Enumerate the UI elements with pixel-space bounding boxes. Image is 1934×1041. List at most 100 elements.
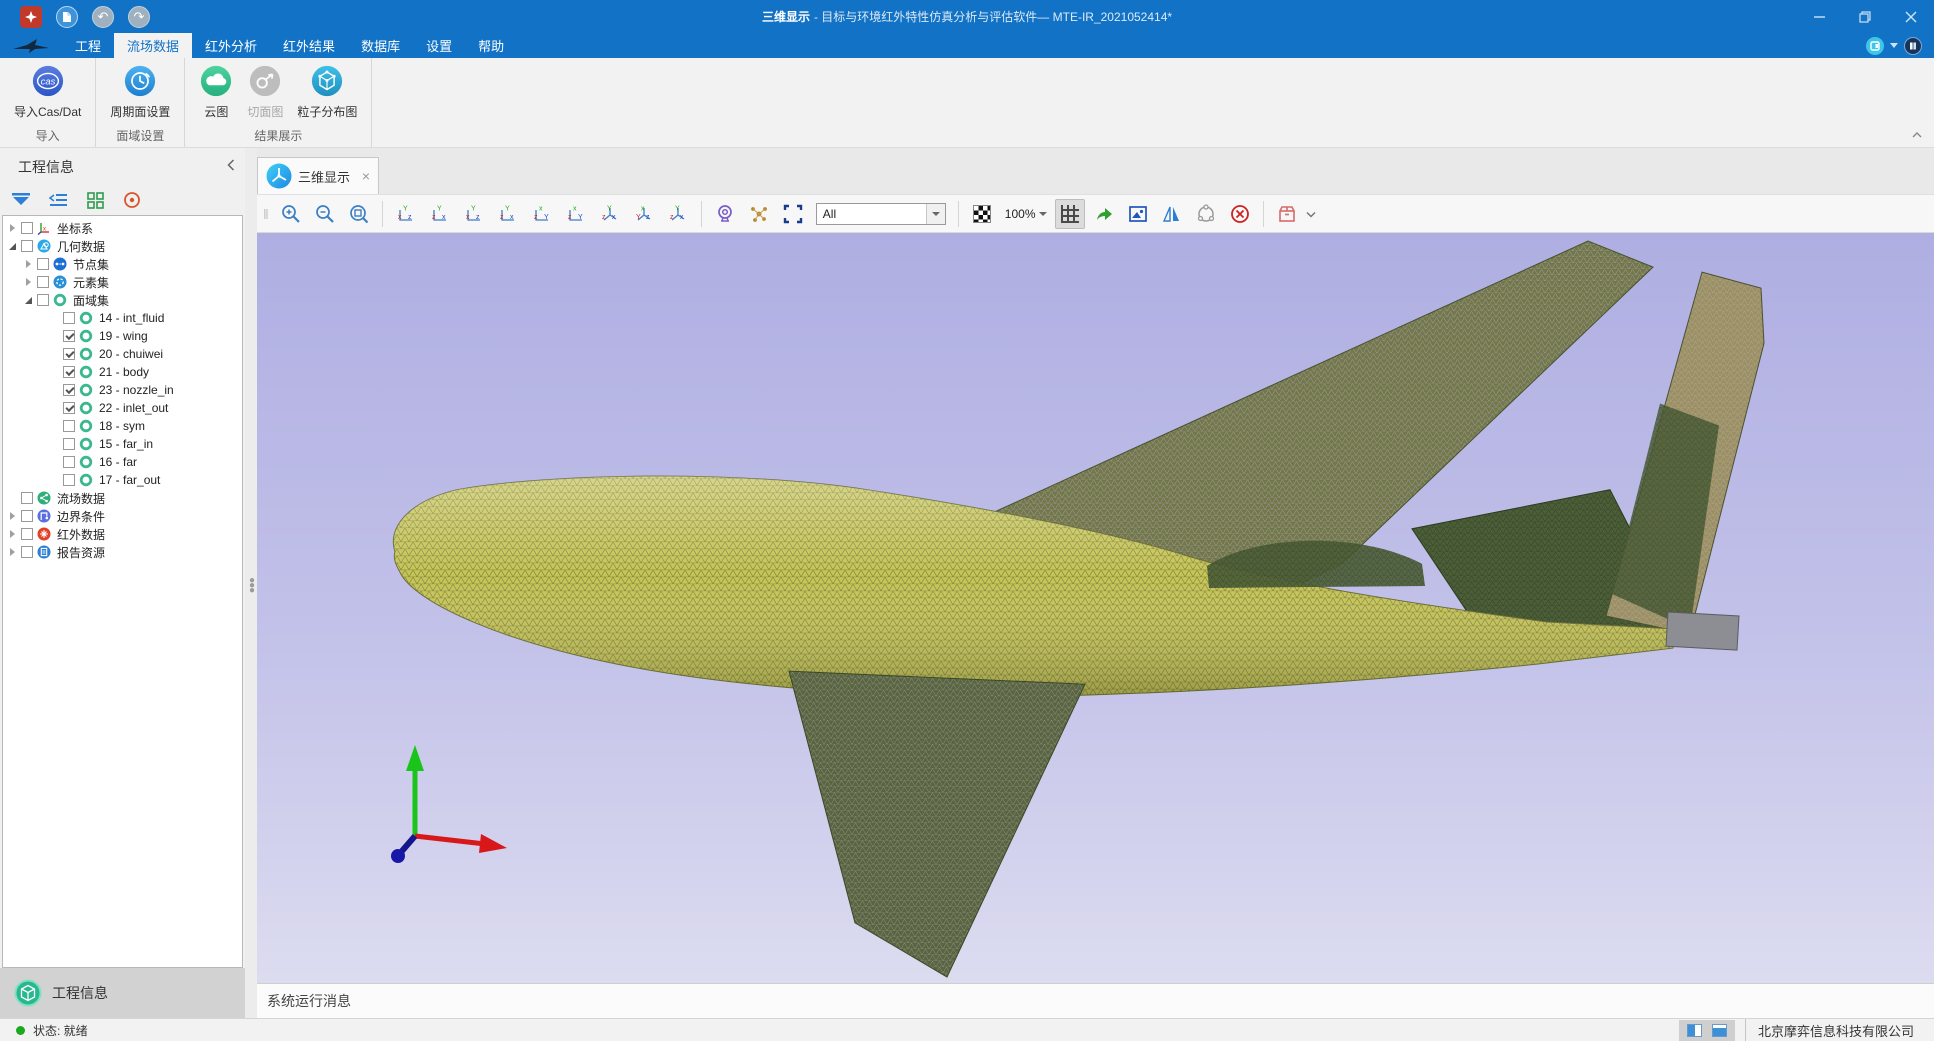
tree-checkbox[interactable] bbox=[63, 348, 75, 360]
snapshot-button[interactable] bbox=[1123, 199, 1153, 229]
tree-collapsed-arrow-icon[interactable] bbox=[7, 546, 19, 558]
tree-checkbox[interactable] bbox=[63, 474, 75, 486]
locate-target-button[interactable] bbox=[121, 190, 143, 210]
menu-item-1[interactable]: 流场数据 bbox=[114, 33, 192, 58]
tree-item-21-body[interactable]: 21 - body bbox=[3, 363, 242, 381]
menu-item-4[interactable]: 数据库 bbox=[348, 33, 413, 58]
tree-checkbox[interactable] bbox=[21, 240, 33, 252]
zoom-level-dropdown[interactable]: 100% bbox=[1005, 207, 1047, 221]
menu-item-0[interactable]: 工程 bbox=[62, 33, 114, 58]
view-iso-1-button[interactable]: zxY bbox=[595, 199, 625, 229]
package-chevron-icon[interactable] bbox=[1306, 207, 1316, 221]
close-button[interactable] bbox=[1888, 0, 1934, 33]
panel-toggle-bottom-icon[interactable] bbox=[1712, 1024, 1727, 1037]
tree-checkbox[interactable] bbox=[63, 402, 75, 414]
zoom-in-button[interactable] bbox=[276, 199, 306, 229]
tree-item-节点集[interactable]: 节点集 bbox=[3, 255, 242, 273]
near-wing[interactable] bbox=[789, 671, 1085, 977]
tree-collapsed-arrow-icon[interactable] bbox=[7, 528, 19, 540]
ribbon-button-cloud[interactable]: 云图 bbox=[195, 62, 237, 125]
tree-item-18-sym[interactable]: 18 - sym bbox=[3, 417, 242, 435]
tree-collapsed-arrow-icon[interactable] bbox=[23, 276, 35, 288]
viewport-3d[interactable] bbox=[257, 233, 1934, 983]
chevron-down-icon[interactable] bbox=[1890, 43, 1898, 48]
view-front-button[interactable]: xzY bbox=[391, 199, 421, 229]
tree-item-22-inlet_out[interactable]: 22 - inlet_out bbox=[3, 399, 242, 417]
list-settings-button[interactable] bbox=[47, 190, 69, 210]
tree-expanded-arrow-icon[interactable] bbox=[7, 240, 19, 252]
tree-item-20-chuiwei[interactable]: 20 - chuiwei bbox=[3, 345, 242, 363]
panel-footer-tab[interactable]: 工程信息 bbox=[0, 968, 245, 1018]
tree-expanded-arrow-icon[interactable] bbox=[23, 294, 35, 306]
zoom-out-button[interactable] bbox=[310, 199, 340, 229]
tree-item-红外数据[interactable]: 红外数据 bbox=[3, 525, 242, 543]
tree-checkbox[interactable] bbox=[63, 366, 75, 378]
tree-item-元素集[interactable]: 元素集 bbox=[3, 273, 242, 291]
tree-checkbox[interactable] bbox=[37, 276, 49, 288]
tree-collapsed-arrow-icon[interactable] bbox=[23, 258, 35, 270]
vertical-tail-lower[interactable] bbox=[1612, 403, 1719, 629]
app-menu-button[interactable] bbox=[20, 6, 42, 28]
view-right-button[interactable]: zxY bbox=[493, 199, 523, 229]
panel-splitter[interactable]: ●●● bbox=[245, 148, 257, 1018]
tree-checkbox[interactable] bbox=[63, 330, 75, 342]
view-bottom-button[interactable]: zYx bbox=[561, 199, 591, 229]
ribbon-button-particles[interactable]: 粒子分布图 bbox=[293, 62, 361, 125]
tree-checkbox[interactable] bbox=[37, 258, 49, 270]
grid-toggle-button[interactable] bbox=[1055, 199, 1085, 229]
tab-close-icon[interactable]: × bbox=[362, 168, 370, 184]
new-document-button[interactable] bbox=[56, 6, 78, 28]
minimize-button[interactable] bbox=[1796, 0, 1842, 33]
tree-checkbox[interactable] bbox=[37, 294, 49, 306]
view-iso-3-button[interactable]: zxY bbox=[663, 199, 693, 229]
account-button[interactable] bbox=[1904, 37, 1922, 55]
tree-checkbox[interactable] bbox=[63, 420, 75, 432]
menu-item-5[interactable]: 设置 bbox=[413, 33, 465, 58]
tab-3d-view[interactable]: 三维显示 × bbox=[257, 157, 379, 194]
tree-item-流场数据[interactable]: 流场数据 bbox=[3, 489, 242, 507]
menu-item-6[interactable]: 帮助 bbox=[465, 33, 517, 58]
tree-checkbox[interactable] bbox=[63, 312, 75, 324]
ribbon-collapse-button[interactable] bbox=[1912, 127, 1922, 141]
redo-button[interactable]: ↷ bbox=[128, 6, 150, 28]
tree-item-16-far[interactable]: 16 - far bbox=[3, 453, 242, 471]
tree-item-23-nozzle_in[interactable]: 23 - nozzle_in bbox=[3, 381, 242, 399]
tree-checkbox[interactable] bbox=[63, 384, 75, 396]
tree-item-报告资源[interactable]: 报告资源 bbox=[3, 543, 242, 561]
tree-checkbox[interactable] bbox=[21, 222, 33, 234]
undo-button[interactable]: ↶ bbox=[92, 6, 114, 28]
view-left-button[interactable]: xzY bbox=[459, 199, 489, 229]
tail-nozzle[interactable] bbox=[1666, 612, 1739, 650]
tree-item-14-int_fluid[interactable]: 14 - int_fluid bbox=[3, 309, 242, 327]
tree-checkbox[interactable] bbox=[21, 528, 33, 540]
grid-view-button[interactable] bbox=[84, 190, 106, 210]
tree-item-边界条件[interactable]: 边界条件 bbox=[3, 507, 242, 525]
tree-item-17-far_out[interactable]: 17 - far_out bbox=[3, 471, 242, 489]
tree-checkbox[interactable] bbox=[63, 456, 75, 468]
package-button[interactable] bbox=[1272, 199, 1302, 229]
tree-collapsed-arrow-icon[interactable] bbox=[7, 222, 19, 234]
restore-button[interactable] bbox=[1842, 0, 1888, 33]
filter-button[interactable] bbox=[10, 190, 32, 210]
view-top-button[interactable]: zYx bbox=[527, 199, 557, 229]
tree-item-坐标系[interactable]: x坐标系 bbox=[3, 219, 242, 237]
select-region-button[interactable] bbox=[778, 199, 808, 229]
tree-item-19-wing[interactable]: 19 - wing bbox=[3, 327, 242, 345]
tree-checkbox[interactable] bbox=[63, 438, 75, 450]
menu-item-2[interactable]: 红外分析 bbox=[192, 33, 270, 58]
tree-item-几何数据[interactable]: 几何数据 bbox=[3, 237, 242, 255]
share-button[interactable] bbox=[1191, 199, 1221, 229]
tree-collapsed-arrow-icon[interactable] bbox=[7, 510, 19, 522]
zoom-fit-button[interactable] bbox=[344, 199, 374, 229]
remove-button[interactable] bbox=[1225, 199, 1255, 229]
tree-checkbox[interactable] bbox=[21, 492, 33, 504]
export-button[interactable] bbox=[1089, 199, 1119, 229]
view-iso-2-button[interactable]: Yzx bbox=[629, 199, 659, 229]
particle-trace-button[interactable] bbox=[744, 199, 774, 229]
panel-toggle-left-icon[interactable] bbox=[1687, 1024, 1702, 1037]
tree-item-面域集[interactable]: 面域集 bbox=[3, 291, 242, 309]
combo-arrow-button[interactable] bbox=[926, 204, 945, 224]
display-filter-select[interactable]: All bbox=[816, 203, 946, 225]
ribbon-button-cas[interactable]: cas导入Cas/Dat bbox=[10, 62, 85, 125]
ribbon-button-clock[interactable]: 周期面设置 bbox=[106, 62, 174, 125]
